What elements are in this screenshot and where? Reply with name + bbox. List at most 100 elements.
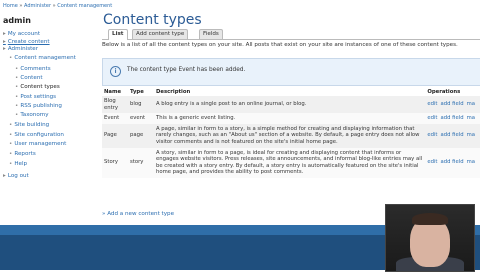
operation-link-ma[interactable]: ma bbox=[467, 101, 475, 107]
cell-description: This is a generic event listing. bbox=[154, 113, 426, 124]
sidebar-item-log-out[interactable]: ▸ Log out bbox=[3, 173, 29, 179]
column-header-description: Description bbox=[156, 89, 191, 95]
column-header-name: Name bbox=[104, 89, 122, 95]
add-content-type-link[interactable]: » Add a new content type bbox=[102, 211, 174, 217]
operation-link-add-field[interactable]: add field bbox=[441, 115, 464, 121]
cell-name: Event bbox=[102, 113, 128, 124]
bullet-icon: ▸ bbox=[3, 31, 6, 37]
sidebar-item-label: RSS publishing bbox=[20, 103, 62, 109]
operation-link-add-field[interactable]: add field bbox=[441, 159, 464, 165]
sidebar-item-create-content[interactable]: ▸ Create content bbox=[3, 39, 50, 45]
bullet-icon: • bbox=[15, 103, 19, 109]
sidebar-item-comments[interactable]: • Comments bbox=[15, 66, 51, 72]
operation-link-edit[interactable]: edit bbox=[427, 159, 437, 165]
bullet-icon: ▸ bbox=[3, 173, 6, 179]
operation-link-ma[interactable]: ma bbox=[467, 159, 475, 165]
cell-name: Page bbox=[102, 123, 128, 148]
table-header-row: Name Type Description Operations bbox=[102, 88, 480, 96]
sidebar-item-label: Create content bbox=[7, 39, 50, 45]
cell-type: page bbox=[128, 123, 154, 148]
cell-description: A story, similar in form to a page, is i… bbox=[154, 147, 426, 178]
bullet-icon: • bbox=[9, 132, 13, 138]
bullet-icon: • bbox=[15, 66, 19, 72]
bullet-icon: • bbox=[15, 84, 19, 90]
sidebar-item-label: Content management bbox=[14, 55, 76, 61]
sidebar-item-user-management[interactable]: • User management bbox=[9, 141, 66, 147]
status-message: i The content type Event has been added. bbox=[102, 58, 480, 86]
bullet-icon: • bbox=[15, 112, 19, 118]
sidebar-item-label: Administer bbox=[7, 46, 39, 52]
cell-description: A page, similar in form to a story, is a… bbox=[154, 123, 426, 148]
bullet-icon: • bbox=[9, 151, 13, 157]
sidebar-item-my-account[interactable]: ▸ My account bbox=[3, 31, 40, 37]
sidebar-item-label: Content types bbox=[20, 84, 60, 90]
table-row: Story story A story, similar in form to a … bbox=[102, 147, 480, 178]
cell-operations: edit add field ma bbox=[425, 123, 480, 148]
sidebar-item-site-configuration[interactable]: • Site configuration bbox=[9, 132, 64, 138]
operation-link-add-field[interactable]: add field bbox=[441, 132, 464, 138]
sidebar-item-label: Reports bbox=[14, 151, 36, 157]
info-icon: i bbox=[110, 66, 121, 77]
bullet-icon: ▸ bbox=[3, 39, 6, 45]
tab-add-content-type[interactable]: Add content type bbox=[132, 29, 189, 39]
sidebar: Home » Administer » Content management a… bbox=[0, 0, 112, 225]
breadcrumb: Home » Administer » Content management bbox=[3, 3, 112, 9]
sidebar-item-rss-publishing[interactable]: • RSS publishing bbox=[15, 103, 62, 109]
operation-link-ma[interactable]: ma bbox=[467, 132, 475, 138]
webcam-overlay bbox=[385, 204, 475, 272]
breadcrumb-administer[interactable]: Administer bbox=[24, 3, 51, 9]
tab-list[interactable]: List bbox=[108, 29, 128, 40]
status-message-text: The content type Event has been added. bbox=[127, 67, 246, 73]
sidebar-item-reports[interactable]: • Reports bbox=[9, 151, 36, 157]
breadcrumb-separator: » bbox=[52, 3, 56, 9]
bullet-icon: • bbox=[9, 55, 13, 61]
operation-link-edit[interactable]: edit bbox=[427, 101, 437, 107]
sidebar-item-content-types[interactable]: • Content types bbox=[15, 84, 60, 90]
bullet-icon: ▸ bbox=[3, 46, 6, 52]
column-header-type: Type bbox=[130, 89, 144, 95]
operation-link-edit[interactable]: edit bbox=[427, 115, 437, 121]
sidebar-item-label: Taxonomy bbox=[20, 112, 49, 118]
table-row: Blog entry blog A blog entry is a single p… bbox=[102, 96, 480, 114]
bullet-icon: • bbox=[9, 122, 13, 128]
bullet-icon: • bbox=[9, 161, 13, 167]
sidebar-item-label: My account bbox=[7, 31, 41, 37]
cell-name: Blog entry bbox=[102, 96, 128, 114]
sidebar-item-label: Site building bbox=[14, 122, 50, 128]
operation-link-add-field[interactable]: add field bbox=[441, 101, 464, 107]
operation-link-edit[interactable]: edit bbox=[427, 132, 437, 138]
sidebar-item-taxonomy[interactable]: • Taxonomy bbox=[15, 112, 49, 118]
cell-type: event bbox=[128, 113, 154, 124]
sidebar-item-administer[interactable]: ▸ Administer bbox=[3, 46, 38, 52]
sidebar-item-content[interactable]: • Content bbox=[15, 75, 43, 81]
page-title: Content types bbox=[103, 12, 202, 28]
bullet-icon: • bbox=[15, 94, 19, 100]
cell-name: Story bbox=[102, 147, 128, 178]
sidebar-item-help[interactable]: • Help bbox=[9, 161, 27, 167]
intro-text: Below is a list of all the content types… bbox=[102, 42, 458, 48]
sidebar-item-label: Site configuration bbox=[14, 132, 64, 138]
column-header-operations: Operations bbox=[427, 89, 461, 95]
webcam-person-hair bbox=[412, 213, 448, 225]
bullet-icon: • bbox=[15, 75, 19, 81]
sidebar-item-label: User management bbox=[14, 141, 67, 147]
sidebar-item-label: Help bbox=[14, 161, 28, 167]
sidebar-item-content-management[interactable]: • Content management bbox=[9, 55, 76, 61]
cell-type: story bbox=[128, 147, 154, 178]
cell-operations: edit add field ma bbox=[425, 113, 480, 124]
sidebar-item-site-building[interactable]: • Site building bbox=[9, 122, 49, 128]
table-row: Page page A page, similar in form to a sto… bbox=[102, 123, 480, 148]
operation-link-ma[interactable]: ma bbox=[467, 115, 475, 121]
breadcrumb-home[interactable]: Home bbox=[3, 3, 18, 9]
cell-operations: edit add field ma bbox=[425, 96, 480, 114]
sidebar-item-label: Comments bbox=[20, 66, 51, 72]
cell-type: blog bbox=[128, 96, 154, 114]
tab-bar: List Add content type Fields bbox=[102, 29, 480, 40]
tab-fields[interactable]: Fields bbox=[199, 29, 223, 39]
main-content: Content types List Add content type Fiel… bbox=[102, 0, 480, 225]
sidebar-item-post-settings[interactable]: • Post settings bbox=[15, 94, 56, 100]
cell-description: A blog entry is a single post to an onli… bbox=[154, 96, 426, 114]
breadcrumb-separator: » bbox=[19, 3, 23, 9]
bullet-icon: • bbox=[9, 141, 13, 147]
content-types-table: Name Type Description Operations Blog en… bbox=[102, 88, 480, 178]
